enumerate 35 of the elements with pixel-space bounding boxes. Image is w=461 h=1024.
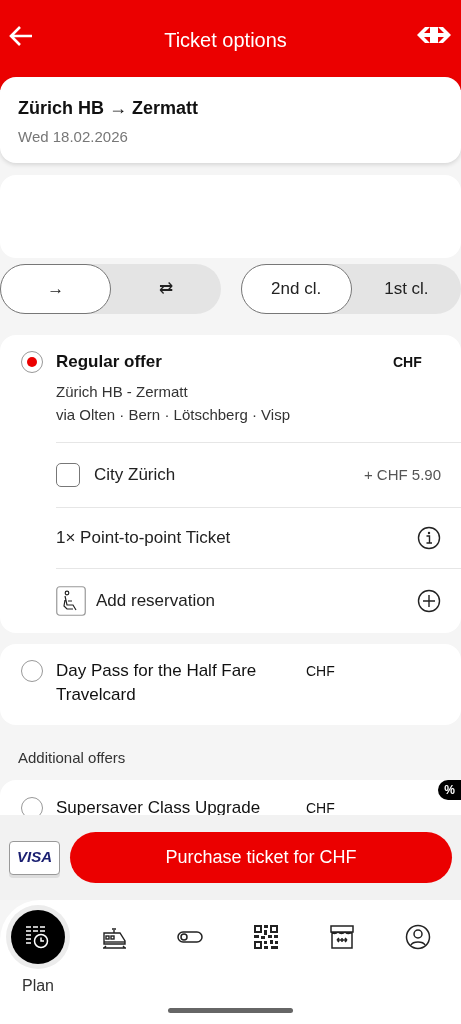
- info-icon[interactable]: [417, 526, 441, 550]
- option-price: + CHF 5.90: [363, 464, 441, 485]
- option-label: City Zürich: [94, 464, 177, 487]
- offer-title: Regular offer: [56, 351, 163, 373]
- page-title: Ticket options: [164, 28, 287, 53]
- radio-button[interactable]: [21, 660, 43, 682]
- radio-button[interactable]: [21, 796, 43, 815]
- payment-card[interactable]: VISA: [9, 840, 60, 875]
- seat-icon: [56, 586, 86, 616]
- discount-badge: %: [438, 779, 461, 800]
- segment-tab[interactable]: →: [0, 264, 112, 314]
- segment-tab[interactable]: 1st cl.: [351, 264, 461, 314]
- purchase-button[interactable]: Purchase ticket for CHF: [70, 832, 452, 883]
- section-heading: Additional offers: [18, 748, 127, 768]
- radio-button[interactable]: [21, 351, 43, 373]
- offer-price: CHF: [393, 353, 423, 372]
- option-label: Add reservation: [96, 590, 217, 613]
- segment-tab[interactable]: ⇄: [111, 264, 221, 314]
- back-arrow-icon[interactable]: [8, 25, 34, 47]
- segment-tab[interactable]: 2nd cl.: [240, 264, 352, 314]
- logo-icon: [417, 25, 451, 45]
- offer-title: Day Pass for the Half Fare Travelcard: [56, 660, 258, 706]
- qr-code-icon: [253, 924, 279, 950]
- route-detail: Zürich HB - Zermatt: [56, 382, 189, 402]
- route-detail: via Olten · Bern · Lötschberg · Visp: [56, 405, 291, 425]
- offer-price: CHF: [306, 798, 336, 815]
- tab-label: Plan: [22, 976, 54, 996]
- profile-icon: [405, 924, 431, 950]
- checkbox[interactable]: [56, 463, 80, 487]
- route-title: Zürich HB → Zermatt: [18, 97, 200, 120]
- offer-price: CHF: [306, 662, 336, 681]
- option-label: 1× Point-to-point Ticket: [56, 527, 232, 550]
- travel-date: Wed 18.02.2026: [18, 127, 129, 147]
- add-icon[interactable]: [417, 589, 441, 613]
- shop-icon: [328, 923, 356, 951]
